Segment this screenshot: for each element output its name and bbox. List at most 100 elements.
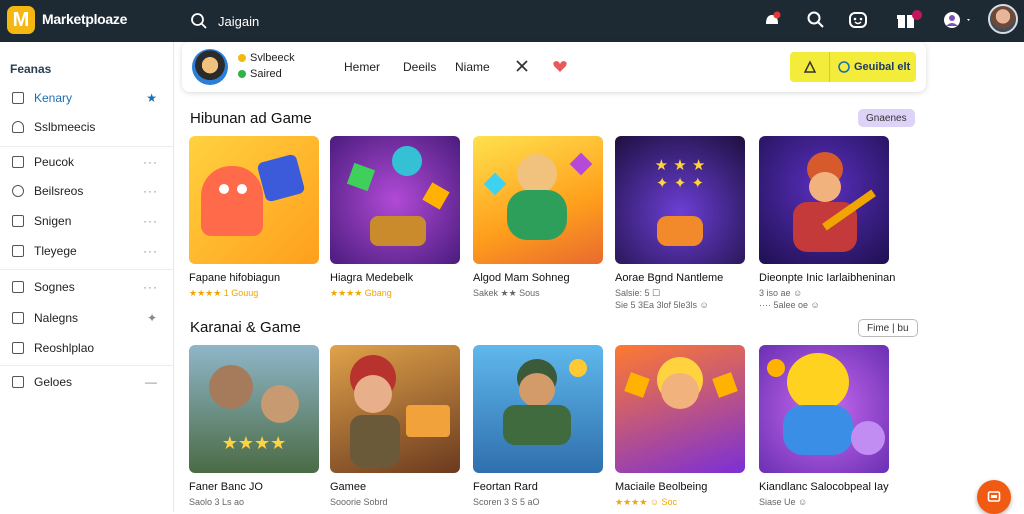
game-thumbnail[interactable]: ★ ★ ★ ✦ ✦ ✦ bbox=[615, 136, 745, 264]
sidebar-item-nalegns[interactable]: Nalegns ✦ bbox=[0, 305, 174, 331]
online-dot-icon bbox=[238, 70, 246, 78]
game-title[interactable]: Feortan Rard bbox=[473, 481, 538, 493]
game-card[interactable]: Feortan Rard Scoren 3 S 5 aO bbox=[473, 345, 603, 507]
nav-link-hemer[interactable]: Hemer bbox=[344, 60, 380, 74]
tag-icon bbox=[12, 121, 24, 133]
game-card[interactable]: Kiandlanc Salocobpeal Iay Siase Ue ☺ bbox=[759, 345, 889, 507]
game-card[interactable]: Maciaile Beolbeing ★★★★ ☺ Soc bbox=[615, 345, 745, 507]
profile-avatar[interactable] bbox=[192, 49, 228, 85]
nav-link-deeils[interactable]: Deeils bbox=[403, 60, 436, 74]
game-thumbnail[interactable] bbox=[473, 136, 603, 264]
chat-icon bbox=[987, 491, 1001, 502]
gallery-icon bbox=[12, 376, 24, 388]
game-meta: Sooorie Sobrd bbox=[330, 497, 388, 507]
profile-avatar[interactable] bbox=[988, 4, 1018, 34]
search-input[interactable] bbox=[218, 13, 438, 29]
gift-icon[interactable] bbox=[895, 8, 925, 32]
game-title[interactable]: Fapane hifobiagun bbox=[189, 272, 280, 284]
game-card[interactable]: ★★★★ Faner Banc JO Saolo 3 Ls ao bbox=[189, 345, 319, 507]
sidebar-divider bbox=[0, 365, 174, 366]
profile-name[interactable]: Svlbeeck bbox=[238, 52, 295, 64]
more-icon[interactable]: ··· bbox=[143, 280, 158, 294]
game-card[interactable]: Fapane hifobiagun ★★★★ 1 Gouug bbox=[189, 136, 319, 298]
sidebar-heading: Feanas bbox=[10, 62, 52, 76]
magnifier-icon[interactable] bbox=[804, 8, 828, 32]
top-bar: M Marketploaze bbox=[0, 0, 1024, 42]
close-icon[interactable] bbox=[515, 59, 529, 73]
game-title[interactable]: Hiagra Medebelk bbox=[330, 272, 413, 284]
heart-icon[interactable] bbox=[552, 58, 568, 74]
game-card[interactable]: Algod Mam Sohneg Sakek ★★ Sous bbox=[473, 136, 603, 298]
grid-icon bbox=[12, 245, 24, 257]
global-action-button[interactable]: Geuibal elt bbox=[790, 52, 916, 82]
game-title[interactable]: Maciaile Beolbeing bbox=[615, 481, 707, 493]
game-meta: ★★★★ Gbang bbox=[330, 288, 392, 298]
game-title[interactable]: Kiandlanc Salocobpeal Iay bbox=[759, 481, 889, 493]
game-thumbnail[interactable] bbox=[330, 136, 460, 264]
sidebar-item-label: Geloes bbox=[34, 375, 73, 389]
game-meta: Saolo 3 Ls ao bbox=[189, 497, 245, 507]
document-icon bbox=[12, 215, 24, 227]
section-chip[interactable]: Gnaenes bbox=[858, 109, 915, 127]
game-title[interactable]: Faner Banc JO bbox=[189, 481, 263, 493]
game-thumbnail[interactable] bbox=[189, 136, 319, 264]
brand-name[interactable]: Marketploaze bbox=[42, 11, 127, 27]
game-title[interactable]: Dieonpte Inic Iarlaibheninan bbox=[759, 272, 895, 284]
global-action-label: Geuibal elt bbox=[854, 61, 911, 73]
app-logo[interactable]: M bbox=[7, 6, 35, 34]
game-meta: ★★★★ ☺ Soc bbox=[615, 497, 677, 507]
more-icon[interactable]: ··· bbox=[143, 214, 158, 228]
sidebar-item-peucok[interactable]: Peucok ··· bbox=[0, 149, 174, 175]
bell-icon[interactable] bbox=[760, 8, 784, 32]
nav-link-niame[interactable]: Niame bbox=[455, 60, 490, 74]
sidebar-item-sslbmeecis[interactable]: Sslbmeecis bbox=[0, 114, 174, 140]
sidebar-item-kenary[interactable]: Kenary ★ bbox=[0, 85, 174, 111]
square-icon bbox=[12, 342, 24, 354]
game-meta: Salsie: 5 ☐ bbox=[615, 288, 661, 298]
search-bar[interactable] bbox=[190, 8, 450, 34]
star-icon[interactable]: ★ bbox=[146, 91, 158, 105]
sidebar-item-label: Tleyege bbox=[34, 244, 77, 258]
game-meta: Siase Ue ☺ bbox=[759, 497, 808, 507]
smiley-icon[interactable] bbox=[846, 8, 870, 32]
sidebar-divider bbox=[0, 146, 174, 147]
sidebar-item-tleyege[interactable]: Tleyege ··· bbox=[0, 238, 174, 264]
lock-icon[interactable] bbox=[790, 52, 830, 82]
sidebar-item-label: Beilsreos bbox=[34, 184, 84, 198]
more-icon[interactable]: ··· bbox=[143, 155, 158, 169]
sidebar-item-sognes[interactable]: Sognes ··· bbox=[0, 274, 174, 300]
page-icon bbox=[12, 281, 24, 293]
game-thumbnail[interactable] bbox=[330, 345, 460, 473]
game-thumbnail[interactable]: ★★★★ bbox=[189, 345, 319, 473]
minus-icon[interactable]: — bbox=[145, 375, 158, 389]
game-title[interactable]: Aorae Bgnd Nantleme bbox=[615, 272, 723, 284]
profile-status-text: Saired bbox=[250, 68, 282, 80]
game-card[interactable]: Gamee Sooorie Sobrd bbox=[330, 345, 460, 507]
logo-letter: M bbox=[12, 8, 30, 31]
section-chip[interactable]: Fime | bu bbox=[858, 319, 918, 337]
sidebar-item-snigen[interactable]: Snigen ··· bbox=[0, 208, 174, 234]
pin-icon[interactable]: ✦ bbox=[147, 311, 158, 325]
game-title[interactable]: Algod Mam Sohneg bbox=[473, 272, 570, 284]
chat-fab-button[interactable] bbox=[977, 480, 1011, 514]
game-thumbnail[interactable] bbox=[615, 345, 745, 473]
sidebar-item-geloes[interactable]: Geloes — bbox=[0, 369, 174, 395]
game-card[interactable]: Dieonpte Inic Iarlaibheninan 3 iso ae ☺ … bbox=[759, 136, 895, 310]
sidebar-item-beilsreos[interactable]: Beilsreos ··· bbox=[0, 178, 174, 204]
game-card[interactable]: Hiagra Medebelk ★★★★ Gbang bbox=[330, 136, 460, 298]
game-meta: ★★★★ 1 Gouug bbox=[189, 288, 259, 298]
game-meta-secondary: ···· 5alee oe ☺ bbox=[759, 300, 820, 310]
more-icon[interactable]: ··· bbox=[143, 244, 158, 258]
game-meta: Scoren 3 S 5 aO bbox=[473, 497, 540, 507]
game-thumbnail[interactable] bbox=[759, 345, 889, 473]
game-title[interactable]: Gamee bbox=[330, 481, 366, 493]
user-menu-icon[interactable] bbox=[942, 8, 974, 32]
game-card[interactable]: ★ ★ ★ ✦ ✦ ✦ Aorae Bgnd Nantleme Salsie: 5… bbox=[615, 136, 745, 310]
search-icon[interactable] bbox=[190, 12, 208, 30]
sidebar-item-label: Snigen bbox=[34, 214, 72, 228]
more-icon[interactable]: ··· bbox=[143, 184, 158, 198]
sidebar-item-reoshlplao[interactable]: Reoshlplao bbox=[0, 335, 174, 361]
game-thumbnail[interactable] bbox=[473, 345, 603, 473]
sidebar-item-label: Kenary bbox=[34, 91, 73, 105]
game-thumbnail[interactable] bbox=[759, 136, 889, 264]
